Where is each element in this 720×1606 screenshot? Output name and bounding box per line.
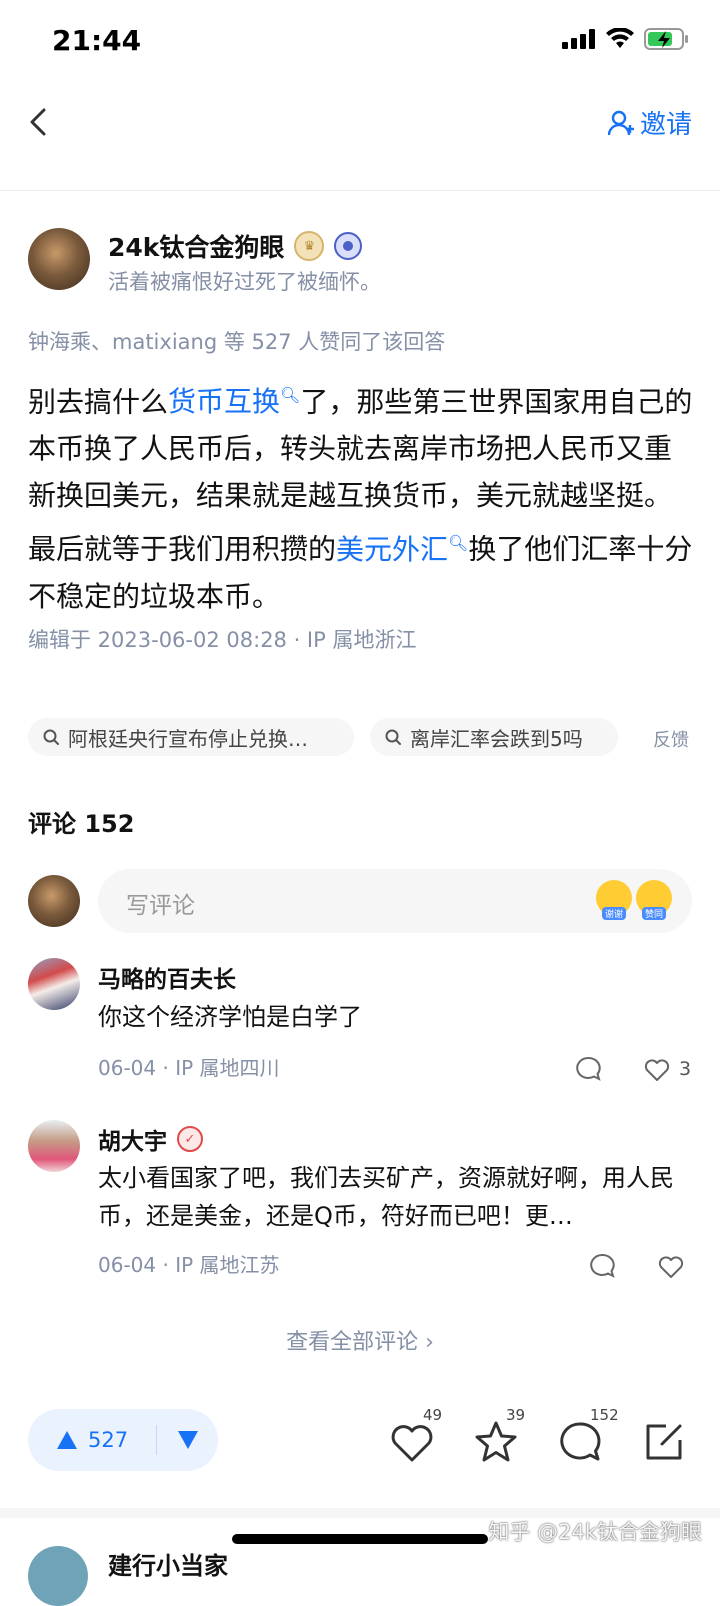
keyword-link-usd-reserve[interactable]: 美元外汇🔍︎ [336, 533, 468, 566]
vote-control: 527 [28, 1409, 218, 1471]
related-search-chip[interactable]: 阿根廷央行宣布停止兑换… [28, 718, 354, 756]
search-icon: 🔍︎ [448, 533, 469, 553]
verified-badge-icon: ✓ [177, 1126, 203, 1152]
comment-count: 152 [590, 1406, 619, 1424]
meta-separator: · [162, 1056, 176, 1080]
edit-info: 编辑于 2023-06-02 08:28 · IP 属地浙江 [28, 628, 417, 652]
emoji-label: 赞同 [641, 907, 666, 920]
comment-location: IP 属地四川 [175, 1056, 280, 1080]
author-name-row[interactable]: 24k钛合金狗眼 ♛ [108, 228, 363, 264]
like-heart-icon[interactable] [388, 1418, 436, 1466]
upvoters-summary[interactable]: 钟海乘、matixiang 等 527 人赞同了该回答 [28, 326, 445, 356]
comment-text: 你这个经济学怕是白学了 [98, 1003, 362, 1031]
comment-text: 太小看国家了吧，我们去买矿产，资源就好啊，用人民币，还是美金，还是Q币，符好而已… [98, 1164, 674, 1230]
status-time: 21:44 [52, 24, 142, 57]
my-avatar [28, 875, 80, 927]
next-answer-author[interactable]: 建行小当家 [108, 1546, 228, 1581]
comments-title: 评论 152 [28, 810, 135, 838]
status-icons [562, 28, 690, 50]
author-avatar[interactable] [28, 228, 90, 290]
home-indicator[interactable] [232, 1534, 488, 1544]
keyword-link-label: 美元外汇 [336, 532, 449, 566]
answer-body: 别去搞什么货币互换🔍︎了，那些第三世界国家用自己的本币换了人民币后，转头就去离岸… [28, 372, 696, 620]
commenter-name-text: 胡大宇 [98, 1129, 167, 1155]
favorite-star-icon[interactable] [472, 1418, 520, 1466]
comment-meta: 06-04 · IP 属地四川 [98, 1052, 280, 1081]
comment-date: 06-04 [98, 1253, 157, 1277]
keyword-link-label: 货币互换 [168, 385, 281, 419]
downvote-button[interactable] [157, 1430, 218, 1450]
comment-input-placeholder: 写评论 [126, 893, 195, 919]
author-bio: 活着被痛恨好过死了被缅怀。 [108, 270, 381, 294]
chip-label: 阿根廷央行宣布停止兑换… [68, 726, 308, 751]
view-all-comments-link[interactable]: 查看全部评论 › [0, 1324, 720, 1356]
favorite-count: 39 [506, 1406, 526, 1424]
header-divider [0, 190, 720, 191]
upvote-button[interactable]: 527 [28, 1428, 156, 1452]
wifi-icon [606, 28, 634, 48]
keyword-link-currency-swap[interactable]: 货币互换🔍︎ [168, 385, 300, 418]
edit-icon[interactable] [640, 1418, 688, 1466]
search-icon: 🔍︎ [280, 386, 301, 405]
agree-emoji-icon[interactable]: 赞同 [636, 880, 672, 920]
search-icon [43, 729, 59, 745]
next-answer-avatar[interactable] [28, 1546, 88, 1606]
comment-bubble-icon[interactable] [556, 1418, 604, 1466]
back-arrow-icon[interactable] [22, 102, 62, 142]
answer-text-1: 别去搞什么 [28, 385, 169, 419]
upvote-triangle-icon [57, 1431, 77, 1449]
commenter-avatar[interactable] [28, 1120, 80, 1172]
invite-user-icon [607, 110, 634, 135]
downvote-triangle-icon [177, 1431, 198, 1449]
feedback-link[interactable]: 反馈 [653, 726, 689, 752]
upvote-count: 527 [88, 1428, 129, 1452]
search-icon [385, 729, 401, 745]
gold-badge-icon: ♛ [294, 231, 325, 261]
commenter-name-text: 马略的百夫长 [98, 967, 236, 993]
emoji-label: 谢谢 [601, 907, 626, 920]
related-search-chip[interactable]: 离岸汇率会跌到5吗 [370, 718, 618, 756]
reply-icon[interactable] [574, 1055, 602, 1083]
commenter-avatar[interactable] [28, 958, 80, 1010]
author-name: 24k钛合金狗眼 [108, 233, 285, 262]
commenter-name[interactable]: 胡大宇 ✓ [98, 1122, 203, 1156]
chip-label: 离岸汇率会跌到5吗 [410, 726, 583, 751]
heart-icon[interactable] [643, 1056, 671, 1084]
comment-meta: 06-04 · IP 属地江苏 [98, 1249, 280, 1278]
heart-icon[interactable] [657, 1253, 685, 1281]
invite-button[interactable]: 邀请 [607, 104, 692, 141]
battery-charging-icon [644, 28, 688, 50]
blue-badge-icon [334, 232, 363, 260]
meta-separator: · [162, 1253, 176, 1277]
comment-date: 06-04 [98, 1056, 157, 1080]
reply-icon[interactable] [588, 1252, 616, 1280]
watermark: 知乎 @24k钛合金狗眼 [488, 1520, 702, 1544]
invite-label: 邀请 [639, 110, 692, 140]
thanks-emoji-icon[interactable]: 谢谢 [596, 880, 632, 920]
like-count: 49 [423, 1406, 443, 1424]
comment-location: IP 属地江苏 [175, 1253, 280, 1277]
comment-like-count: 3 [679, 1058, 692, 1080]
signal-icon [562, 29, 595, 49]
commenter-name[interactable]: 马略的百夫长 [98, 960, 236, 994]
